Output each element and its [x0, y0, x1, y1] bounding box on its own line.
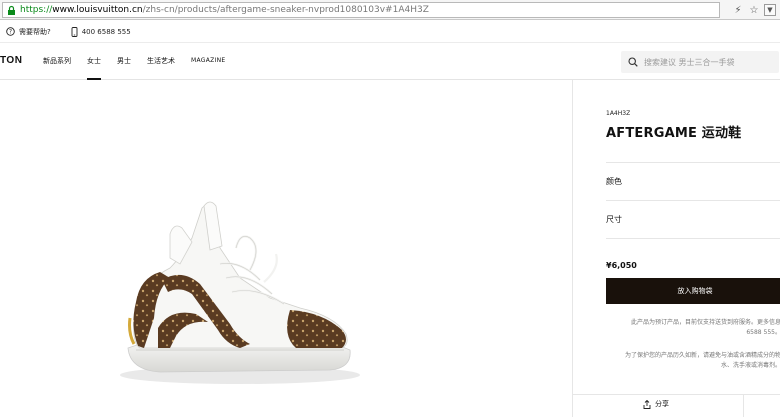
nav-link-men[interactable]: 男士: [117, 43, 131, 80]
help-icon: ?: [6, 27, 15, 36]
size-label: 尺寸: [606, 215, 622, 224]
nav-link-new[interactable]: 新品系列: [43, 43, 71, 80]
preorder-note: 此产品为预订产品，目前仅支持送货到府服务。更多信息 6588 555。: [606, 318, 780, 338]
phone-number: 400 6588 555: [81, 27, 131, 36]
product-title: AFTERGAME 运动鞋: [606, 126, 742, 141]
search-box[interactable]: [621, 51, 779, 73]
search-input[interactable]: [644, 57, 764, 67]
sneaker-image: [120, 201, 360, 384]
url-host: www.louisvuitton.cn: [52, 5, 143, 15]
care-note-line2: 水、洗手液或消毒剂。: [720, 362, 780, 369]
brand-logo[interactable]: TON: [0, 55, 22, 66]
url-scheme: https://: [20, 5, 53, 15]
nav-links: 新品系列 女士 男士 生活艺术 MAGAZINE: [43, 43, 242, 80]
nav-link-women[interactable]: 女士: [87, 43, 101, 80]
product-sku: 1A4H3Z: [606, 110, 631, 117]
share-divider: [743, 395, 744, 417]
product-panel: 1A4H3Z AFTERGAME 运动鞋 颜色 尺寸 ¥6,050 放入购物袋 …: [572, 80, 780, 417]
nav-link-living[interactable]: 生活艺术: [147, 43, 175, 80]
url-path: /zhs-cn/products/aftergame-sneaker-nvpro…: [142, 5, 429, 15]
main-nav: TON 新品系列 女士 男士 生活艺术 MAGAZINE: [0, 43, 780, 80]
svg-text:?: ?: [9, 29, 12, 36]
preorder-note-line1: 此产品为预订产品，目前仅支持送货到府服务。更多信息: [630, 319, 780, 326]
phone-link[interactable]: 400 6588 555: [71, 26, 131, 37]
share-button[interactable]: 分享: [643, 399, 669, 409]
product-gallery[interactable]: [0, 80, 572, 417]
utility-bar: ? 需要帮助? 400 6588 555: [0, 21, 780, 43]
help-label: 需要帮助?: [19, 27, 51, 36]
care-note-line1: 为了保护您的产品历久如新，请避免与油或含酒精成分的物: [624, 352, 780, 359]
add-to-cart-button[interactable]: 放入购物袋: [606, 278, 780, 304]
share-icon: [643, 399, 651, 409]
color-label: 颜色: [606, 177, 622, 186]
lightning-icon[interactable]: ⚡: [732, 4, 744, 16]
phone-icon: [71, 26, 78, 37]
url-field[interactable]: https:// www.louisvuitton.cn /zhs-cn/pro…: [2, 2, 720, 18]
size-selector[interactable]: 尺寸: [606, 200, 780, 238]
care-note: 为了保护您的产品历久如新，请避免与油或含酒精成分的物 水、洗手液或消毒剂。: [606, 351, 780, 371]
product-price: ¥6,050: [606, 261, 637, 270]
star-icon[interactable]: ☆: [748, 4, 760, 16]
color-selector[interactable]: 颜色: [606, 162, 780, 200]
dropdown-icon[interactable]: ▼: [764, 4, 776, 16]
share-label: 分享: [655, 400, 669, 408]
nav-link-magazine[interactable]: MAGAZINE: [191, 43, 226, 80]
browser-address-bar: https:// www.louisvuitton.cn /zhs-cn/pro…: [0, 0, 780, 20]
share-bar: 分享: [573, 394, 780, 417]
divider: [606, 238, 780, 239]
search-icon: [628, 57, 638, 67]
help-link[interactable]: ? 需要帮助?: [6, 27, 51, 37]
preorder-note-line2: 6588 555。: [746, 329, 780, 336]
lock-icon: [6, 5, 17, 16]
